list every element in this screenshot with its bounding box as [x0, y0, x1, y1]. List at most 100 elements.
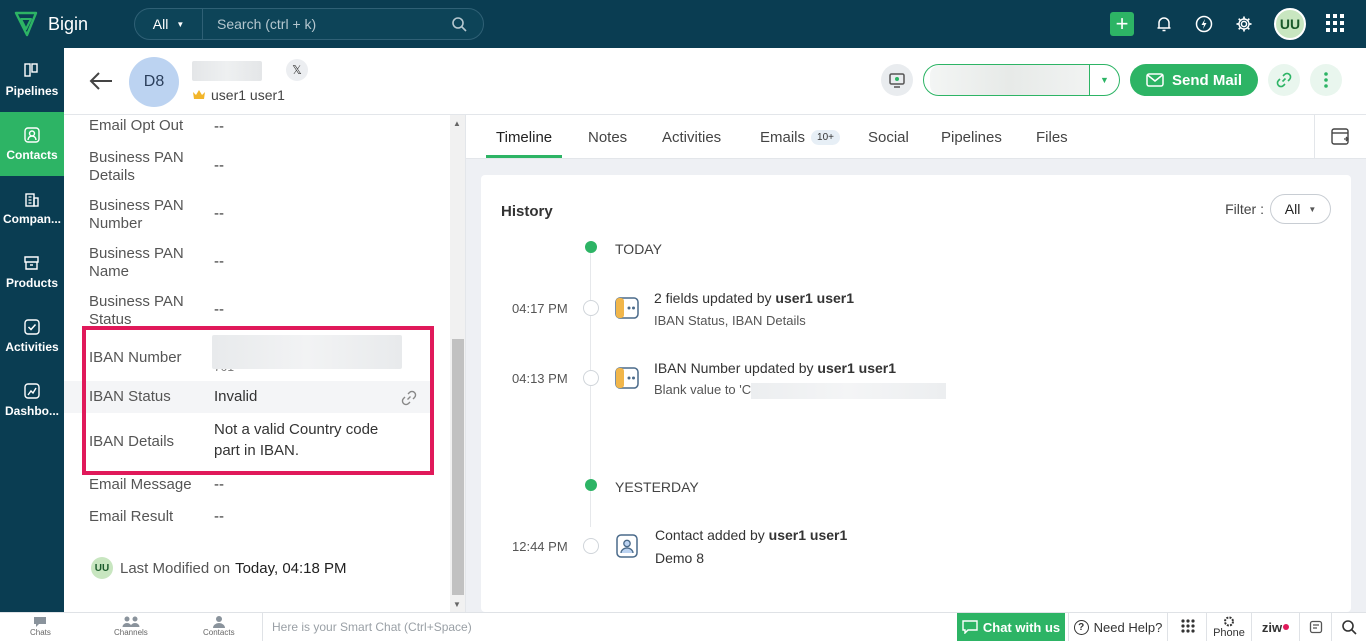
sidebar-item-dashboards[interactable]: Dashbo... — [0, 368, 64, 432]
record-header: D8 𝕏 user1 user1 ▼ Send Mail — [64, 48, 1366, 115]
field-label: Business PAN Status — [89, 293, 184, 328]
entry-text: Contact added by — [655, 527, 769, 543]
tab-pipelines[interactable]: Pipelines — [941, 129, 1002, 146]
field-label: Email Message — [89, 476, 192, 493]
tab-notes[interactable]: Notes — [588, 129, 627, 146]
field-label: Business PAN Details — [89, 149, 184, 184]
sidebar-item-contacts[interactable]: Contacts — [0, 112, 64, 176]
monitor-icon — [889, 73, 905, 88]
active-tab-indicator — [486, 155, 562, 158]
notes-icon — [1309, 620, 1322, 634]
bottom-search-button[interactable] — [1332, 613, 1366, 641]
phone-button[interactable]: Phone — [1207, 613, 1252, 641]
search-icon[interactable] — [451, 16, 467, 32]
entry-user[interactable]: user1 user1 — [817, 360, 896, 376]
sidebar-item-companies[interactable]: Compan... — [0, 176, 64, 240]
tab-activities[interactable]: Activities — [662, 129, 721, 146]
x-social-icon[interactable]: 𝕏 — [286, 59, 308, 81]
need-help-label: Need Help? — [1093, 619, 1163, 635]
smart-chat-input[interactable]: Here is your Smart Chat (Ctrl+Space) — [262, 613, 956, 641]
field-value: -- — [214, 253, 224, 270]
screen-share-button[interactable] — [880, 64, 913, 96]
tab-label: Notes — [588, 129, 628, 146]
filter-select[interactable]: All ▼ — [1270, 194, 1331, 224]
send-mail-button[interactable]: Send Mail — [1129, 64, 1258, 96]
record-owner[interactable]: user1 user1 — [192, 87, 285, 103]
history-panel: History Filter : All ▼ TODAY 04:17 PM 2 … — [481, 175, 1351, 612]
crown-icon — [193, 90, 205, 99]
person-icon — [212, 616, 225, 628]
more-options-button[interactable] — [1310, 64, 1342, 96]
entry-user[interactable]: user1 user1 — [775, 290, 854, 306]
field-label: Email Opt Out — [89, 117, 184, 134]
field-value: -- — [214, 157, 224, 174]
chats-label: Chats — [30, 628, 51, 637]
scroll-up-arrow-icon[interactable]: ▲ — [453, 119, 461, 128]
quick-create-button[interactable]: + — [1110, 12, 1134, 36]
side-panel-toggle[interactable] — [1314, 115, 1366, 159]
help-icon: ? — [1073, 619, 1089, 635]
dialpad-button[interactable] — [1169, 613, 1207, 641]
sidebar-item-label: Products — [5, 276, 58, 290]
field-row: Business PAN Details -- — [64, 149, 434, 185]
entry-time: 12:44 PM — [512, 539, 568, 554]
tab-emails[interactable]: Emails 10+ — [760, 129, 840, 146]
entry-subtext-wrap: Blank value to 'C — [654, 382, 947, 399]
field-update-icon — [615, 297, 639, 319]
channels-label: Channels — [114, 628, 148, 637]
tab-label: Files — [1036, 129, 1068, 146]
modifier-avatar: UU — [91, 557, 113, 579]
notes-button[interactable] — [1300, 613, 1332, 641]
day-marker — [585, 479, 597, 491]
phone-label: Phone — [1213, 626, 1245, 639]
entry-user[interactable]: user1 user1 — [769, 527, 848, 543]
tab-files[interactable]: Files — [1036, 129, 1068, 146]
sidebar-item-pipelines[interactable]: Pipelines — [0, 48, 64, 112]
sidebar-item-label: Compan... — [2, 212, 61, 226]
timeline-entry-text: 2 fields updated by user1 user1 — [654, 290, 854, 306]
field-value: -- — [214, 508, 224, 525]
companies-icon — [25, 193, 39, 207]
search-input[interactable]: Search (ctrl + k) — [217, 16, 451, 32]
upgrade-icon[interactable] — [1194, 14, 1214, 34]
contacts-label: Contacts — [203, 628, 235, 637]
user-avatar[interactable]: UU — [1274, 8, 1306, 40]
sidebar-item-products[interactable]: Products — [0, 240, 64, 304]
emails-count-badge: 10+ — [811, 130, 840, 145]
timeline-entry-text: IBAN Number updated by user1 user1 — [654, 360, 896, 376]
channels-button[interactable]: Channels — [114, 615, 148, 637]
link-button[interactable] — [1268, 64, 1300, 96]
entry-subtext[interactable]: Demo 8 — [655, 550, 704, 566]
pipeline-stage-select[interactable]: ▼ — [922, 64, 1120, 96]
field-label: Business PAN Name — [89, 245, 184, 280]
scrollbar-thumb[interactable] — [452, 339, 464, 595]
record-details-panel: Email Opt Out -- Business PAN Details --… — [64, 115, 466, 612]
sidebar-item-label: Contacts — [6, 148, 58, 162]
app-logo[interactable]: Bigin — [0, 11, 130, 37]
tab-label: Pipelines — [941, 129, 1002, 146]
chevron-down-icon[interactable]: ▼ — [1088, 65, 1119, 95]
chat-with-us-button[interactable]: Chat with us — [957, 613, 1065, 641]
sidebar-item-activities[interactable]: Activities — [0, 304, 64, 368]
tab-social[interactable]: Social — [868, 129, 909, 146]
scroll-down-arrow-icon[interactable]: ▼ — [453, 600, 461, 609]
chat-bubble-icon — [34, 617, 47, 627]
back-arrow-icon[interactable] — [88, 68, 114, 94]
tab-timeline[interactable]: Timeline — [496, 129, 552, 146]
dashboards-icon — [24, 383, 40, 399]
gear-icon[interactable] — [1234, 14, 1254, 34]
sidebar-item-label: Activities — [5, 340, 59, 354]
field-row: Business PAN Name -- — [64, 245, 434, 281]
zia-button[interactable]: ziw — [1252, 613, 1300, 641]
chevron-down-icon: ▼ — [176, 19, 185, 29]
chats-button[interactable]: Chats — [30, 615, 51, 637]
apps-grid-icon[interactable] — [1326, 13, 1346, 35]
history-filter: Filter : All ▼ — [1225, 194, 1331, 224]
chevron-down-icon: ▼ — [1308, 204, 1317, 214]
stage-value-redacted — [929, 65, 1089, 95]
bell-icon[interactable] — [1154, 14, 1174, 34]
owner-name: user1 user1 — [211, 87, 285, 103]
search-scope-select[interactable]: All ▼ — [135, 9, 203, 39]
need-help-button[interactable]: ? Need Help? — [1068, 613, 1168, 641]
contacts-button[interactable]: Contacts — [203, 615, 235, 637]
